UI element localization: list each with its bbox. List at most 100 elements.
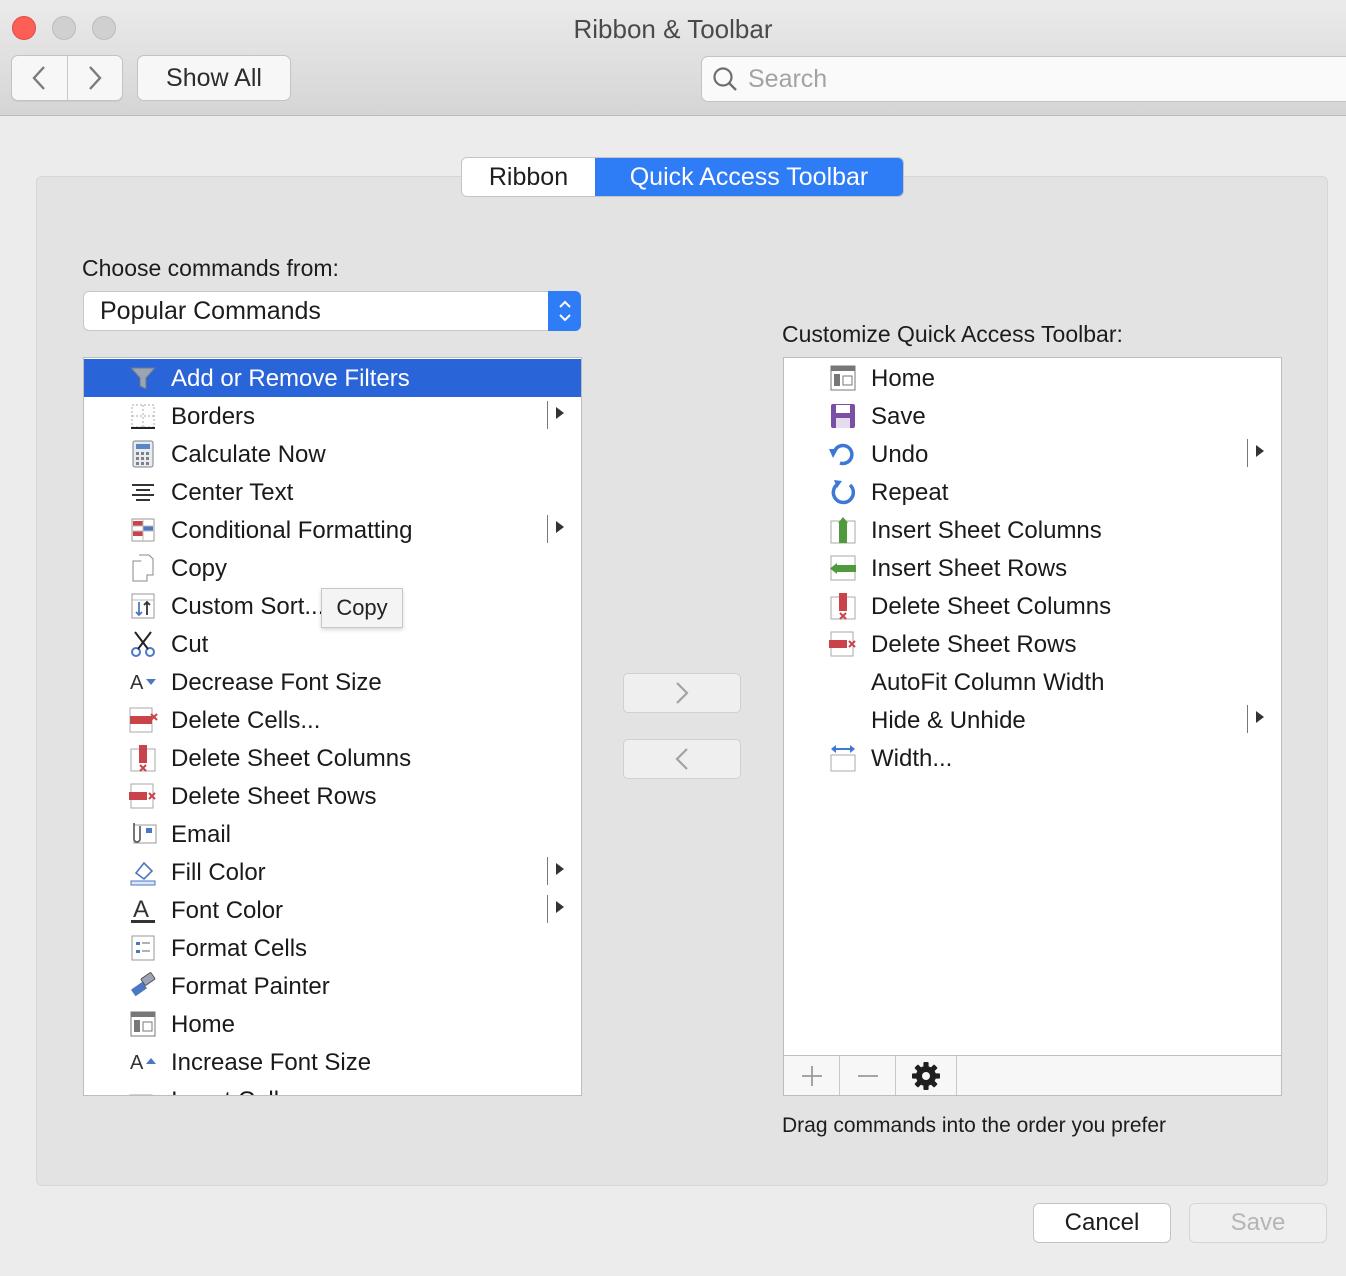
submenu-arrow-icon[interactable] — [556, 521, 564, 533]
list-item[interactable]: Format Painter — [84, 967, 581, 1005]
list-item[interactable]: Delete Sheet Columns — [84, 739, 581, 777]
list-item[interactable]: Save — [784, 397, 1281, 435]
list-item[interactable]: Format Cells — [84, 929, 581, 967]
submenu-arrow-icon[interactable] — [1256, 445, 1264, 457]
tab-bar: Ribbon Quick Access Toolbar — [461, 157, 904, 197]
toolbar-commands-list[interactable]: Width... Hide & Unhide AutoFit Column Widt… — [783, 357, 1282, 1096]
list-item-label: Delete Sheet Rows — [871, 631, 1077, 658]
commands-source-value: Popular Commands — [100, 296, 321, 325]
submenu-arrow-icon[interactable] — [1256, 711, 1264, 723]
list-item-label: Copy — [171, 555, 228, 582]
customize-toolbar-label: Customize Quick Access Toolbar: — [782, 321, 1123, 347]
undo-icon — [829, 443, 854, 466]
list-item[interactable]: Conditional Formatting — [84, 511, 581, 549]
list-item[interactable]: Insert Sheet Rows — [784, 549, 1281, 587]
home-icon — [130, 1011, 156, 1037]
fill-color-icon — [130, 861, 156, 886]
list-item-label: Save — [871, 403, 926, 430]
delete-rows-icon — [129, 783, 156, 809]
search-input[interactable] — [748, 64, 1308, 94]
list-item[interactable]: Borders — [84, 397, 581, 435]
list-item-label: Font Color — [171, 897, 284, 924]
commands-source-dropdown[interactable]: Popular Commands — [83, 291, 581, 331]
list-item[interactable]: A Decrease Font Size — [84, 663, 581, 701]
list-item-label: Insert Cells... — [171, 1087, 311, 1095]
list-item-label: Format Painter — [171, 973, 330, 1000]
list-item[interactable]: Delete Cells... — [84, 701, 581, 739]
list-item[interactable]: Width... — [784, 739, 1281, 777]
list-item[interactable]: A Increase Font Size — [84, 1043, 581, 1081]
conditional-formatting-icon — [131, 518, 155, 542]
list-item-label: Calculate Now — [171, 441, 326, 468]
list-item[interactable]: Copy — [84, 549, 581, 587]
cancel-button[interactable]: Cancel — [1033, 1203, 1171, 1243]
add-to-toolbar-button[interactable] — [623, 673, 741, 713]
list-item[interactable]: Repeat — [784, 473, 1281, 511]
window-title: Ribbon & Toolbar — [573, 14, 773, 44]
list-item-label: Undo — [871, 441, 929, 468]
save-button[interactable]: Save — [1189, 1203, 1327, 1243]
submenu-divider — [547, 895, 548, 923]
submenu-divider — [1247, 439, 1248, 467]
delete-cells-icon — [129, 707, 158, 733]
list-item-label: Conditional Formatting — [171, 517, 413, 544]
list-item[interactable]: Delete Sheet Rows — [784, 625, 1281, 663]
home-icon — [830, 365, 856, 391]
list-item[interactable]: Insert Cells... — [84, 1081, 581, 1095]
list-item[interactable]: Center Text — [84, 473, 581, 511]
list-item-label: Cut — [171, 631, 209, 658]
tab-ribbon[interactable]: Ribbon — [462, 158, 595, 196]
list-item[interactable]: Hide & Unhide — [784, 701, 1281, 739]
list-item-label: Fill Color — [171, 859, 266, 886]
add-command-button[interactable] — [784, 1056, 840, 1095]
list-item-label: Custom Sort... — [171, 593, 325, 620]
list-item-label: Width... — [871, 745, 953, 772]
svg-text:A: A — [130, 672, 144, 694]
submenu-arrow-icon[interactable] — [556, 407, 564, 419]
tab-quick-access-toolbar[interactable]: Quick Access Toolbar — [595, 158, 903, 196]
list-item-label: Decrease Font Size — [171, 669, 382, 696]
list-item[interactable]: Delete Sheet Rows — [84, 777, 581, 815]
list-item-label: Borders — [171, 403, 256, 430]
email-icon — [133, 823, 157, 844]
svg-text:A: A — [133, 896, 149, 923]
available-commands-list[interactable]: Insert Cells... A Increase Font Size Home Fo… — [83, 357, 582, 1096]
list-item[interactable]: A Font Color — [84, 891, 581, 929]
list-item[interactable]: Insert Sheet Columns — [784, 511, 1281, 549]
decrease-font-icon: A — [130, 672, 156, 694]
list-item[interactable]: Cut — [84, 625, 581, 663]
list-actions-bar — [784, 1055, 1281, 1095]
submenu-arrow-icon[interactable] — [556, 863, 564, 875]
settings-menu-button[interactable] — [896, 1056, 957, 1095]
navigation-buttons — [11, 55, 123, 101]
search-field[interactable] — [701, 56, 1346, 102]
insert-rows-icon — [830, 555, 856, 581]
list-item[interactable]: Home — [784, 359, 1281, 397]
list-item[interactable]: Add or Remove Filters — [84, 359, 581, 397]
list-item[interactable]: Calculate Now — [84, 435, 581, 473]
chevron-right-icon — [676, 682, 689, 704]
list-item[interactable]: Home — [84, 1005, 581, 1043]
list-item-label: Insert Sheet Columns — [871, 517, 1102, 544]
list-item-label: Home — [871, 365, 936, 392]
list-item[interactable]: Undo — [784, 435, 1281, 473]
show-all-button[interactable]: Show All — [137, 55, 291, 101]
list-item-label: Home — [171, 1011, 236, 1038]
back-button[interactable] — [12, 56, 67, 100]
format-painter-icon — [130, 972, 156, 997]
forward-button[interactable] — [66, 56, 123, 100]
remove-from-toolbar-button[interactable] — [623, 739, 741, 779]
list-item-label: Add or Remove Filters — [171, 365, 410, 392]
list-item[interactable]: Email — [84, 815, 581, 853]
submenu-arrow-icon[interactable] — [556, 901, 564, 913]
gear-icon — [912, 1062, 940, 1090]
list-item[interactable]: Fill Color — [84, 853, 581, 891]
list-item-label: Delete Cells... — [171, 707, 321, 734]
delete-columns-icon — [830, 593, 856, 620]
search-icon — [702, 56, 748, 102]
list-item[interactable]: Delete Sheet Columns — [784, 587, 1281, 625]
list-item[interactable]: AutoFit Column Width — [784, 663, 1281, 701]
remove-command-button[interactable] — [840, 1056, 896, 1095]
drag-hint: Drag commands into the order you prefer — [782, 1114, 1167, 1137]
updown-arrows-icon — [548, 291, 581, 331]
